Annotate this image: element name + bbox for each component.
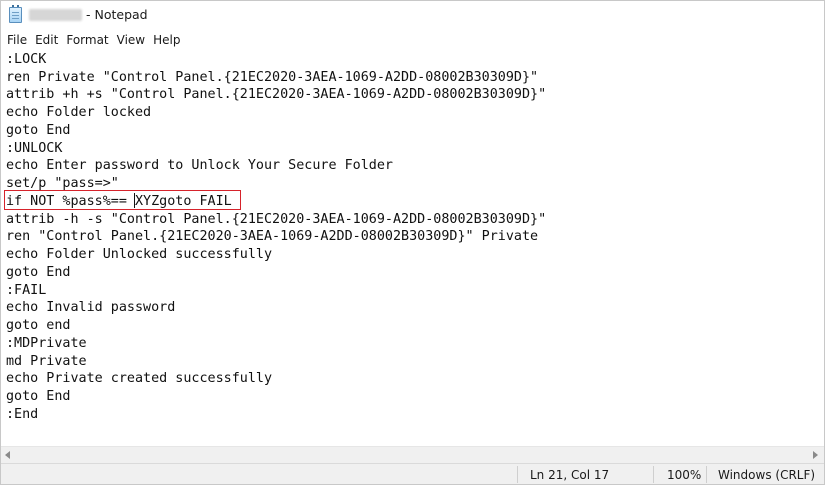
scroll-right-icon[interactable] <box>813 451 818 459</box>
code-line: goto end <box>6 318 71 333</box>
horizontal-scrollbar[interactable] <box>1 446 824 463</box>
notepad-icon <box>9 5 22 23</box>
code-line: attrib +h +s "Control Panel.{21EC2020-3A… <box>6 87 547 102</box>
status-separator <box>653 466 654 483</box>
text-editor[interactable]: :LOCK ren Private "Control Panel.{21EC20… <box>1 50 824 446</box>
status-line-ending: Windows (CRLF) <box>718 468 816 482</box>
code-line: ren "Control Panel.{21EC2020-3AEA-1069-A… <box>6 229 539 244</box>
code-line: :FAIL <box>6 283 47 298</box>
status-bar: Ln 21, Col 17 100% Windows (CRLF) <box>1 463 824 484</box>
code-line: attrib -h -s "Control Panel.{21EC2020-3A… <box>6 212 547 227</box>
code-line: ren Private "Control Panel.{21EC2020-3AE… <box>6 70 539 85</box>
notepad-window: - Notepad File Edit Format View Help :LO… <box>0 0 825 485</box>
menu-edit[interactable]: Edit <box>35 33 63 47</box>
code-line: echo Private created successfully <box>6 371 273 386</box>
title-bar[interactable]: - Notepad <box>1 1 824 30</box>
menu-bar: File Edit Format View Help <box>1 30 824 50</box>
code-line: goto End <box>6 123 71 138</box>
code-line: echo Enter password to Unlock Your Secur… <box>6 158 393 173</box>
text-caret <box>134 193 135 208</box>
code-line: goto End <box>6 265 71 280</box>
code-line: echo Folder Unlocked successfully <box>6 247 273 262</box>
menu-format[interactable]: Format <box>66 33 113 47</box>
code-line: :End <box>6 407 39 422</box>
code-line: goto End <box>6 389 71 404</box>
status-separator <box>706 466 707 483</box>
code-line: md Private <box>6 354 87 369</box>
code-line: :UNLOCK <box>6 141 63 156</box>
highlight-annotation <box>4 190 241 210</box>
menu-file[interactable]: File <box>7 33 32 47</box>
code-line: :MDPrivate <box>6 336 87 351</box>
status-separator <box>517 466 518 483</box>
code-line: echo Folder locked <box>6 105 152 120</box>
code-line: echo Invalid password <box>6 300 176 315</box>
status-zoom: 100% <box>667 468 702 482</box>
blurred-filename <box>29 9 82 21</box>
menu-help[interactable]: Help <box>153 33 185 47</box>
code-line: :LOCK <box>6 52 47 67</box>
window-title: - Notepad <box>86 7 148 22</box>
menu-view[interactable]: View <box>117 33 150 47</box>
status-cursor-position: Ln 21, Col 17 <box>530 468 610 482</box>
scroll-left-icon[interactable] <box>5 451 10 459</box>
